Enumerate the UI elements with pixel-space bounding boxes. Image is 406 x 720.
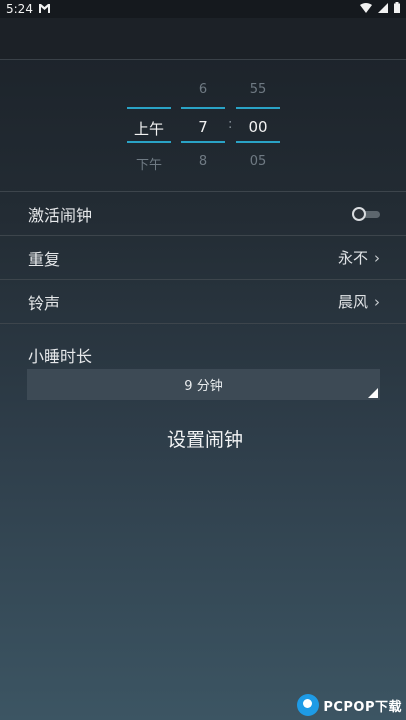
gmail-icon	[38, 2, 50, 16]
minute-prev: 55	[249, 82, 267, 97]
wifi-icon	[360, 2, 372, 16]
battery-icon	[394, 2, 400, 16]
ringtone-value: 晨风	[337, 293, 368, 311]
period-selected: 上午	[133, 120, 164, 138]
signal-icon	[378, 2, 388, 16]
status-bar: 5:24	[0, 0, 406, 18]
time-picker: 上午 下午 6 7 8 : 55 00 05	[0, 60, 406, 190]
watermark: PCPOP下载	[297, 694, 402, 716]
pcpop-logo-icon	[297, 694, 320, 716]
picker-divider	[181, 141, 225, 143]
set-alarm-button[interactable]: 设置闹钟	[140, 424, 270, 456]
chevron-right-icon: ›	[374, 292, 380, 311]
period-next: 下午	[135, 158, 162, 173]
period-picker[interactable]: 上午 下午	[127, 60, 171, 190]
toggle-thumb	[352, 206, 366, 221]
repeat-label: 重复	[28, 249, 61, 269]
app-bar	[0, 18, 406, 60]
picker-divider	[127, 141, 171, 143]
picker-divider	[236, 107, 280, 109]
activate-alarm-row[interactable]: 激活闹钟	[0, 191, 406, 235]
watermark-text: PCPOP下载	[323, 699, 402, 715]
activate-alarm-toggle[interactable]	[352, 206, 380, 221]
repeat-row[interactable]: 重复 永不 ›	[0, 235, 406, 279]
snooze-duration-label: 小睡时长	[28, 347, 93, 366]
minute-picker[interactable]: 55 00 05	[236, 60, 280, 190]
ringtone-row[interactable]: 铃声 晨风 ›	[0, 279, 406, 323]
minute-selected: 00	[248, 118, 268, 136]
hour-selected: 7	[198, 118, 208, 136]
hour-prev: 6	[198, 82, 208, 97]
snooze-duration-select[interactable]: 9 分钟	[27, 369, 380, 400]
repeat-value: 永不	[337, 249, 368, 267]
time-separator: :	[228, 117, 233, 132]
activate-alarm-label: 激活闹钟	[28, 205, 93, 225]
hour-picker[interactable]: 6 7 8	[181, 60, 225, 190]
dropdown-corner-icon	[368, 388, 378, 398]
snooze-duration-value: 9 分钟	[184, 379, 223, 394]
picker-divider	[236, 141, 280, 143]
minute-next: 05	[249, 154, 267, 169]
status-time: 5:24	[6, 2, 33, 16]
picker-divider	[127, 107, 171, 109]
divider	[0, 323, 406, 324]
chevron-right-icon: ›	[374, 248, 380, 267]
picker-divider	[181, 107, 225, 109]
ringtone-label: 铃声	[28, 293, 61, 313]
hour-next: 8	[198, 154, 208, 169]
